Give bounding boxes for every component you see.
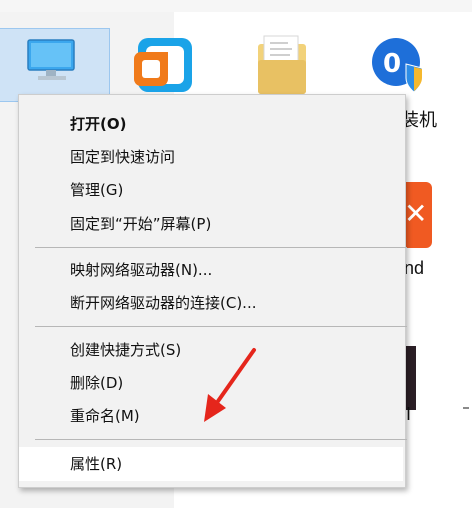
- annotation-arrow-icon: [204, 348, 256, 422]
- desktop-label-peek-2: nd: [404, 258, 425, 278]
- menu-item-manage[interactable]: 管理(G): [19, 175, 403, 205]
- menu-separator: [35, 326, 407, 327]
- menu-separator: [35, 247, 407, 248]
- menu-item-pin-quick-access[interactable]: 固定到快速访问: [19, 142, 403, 172]
- menu-separator: [35, 439, 407, 440]
- desktop-dash: [463, 407, 469, 409]
- context-menu: 打开(O) 固定到快速访问 管理(G) 固定到“开始”屏幕(P) 映射网络驱动器…: [18, 94, 407, 488]
- computer-icon[interactable]: [22, 38, 82, 84]
- folder-icon[interactable]: [254, 30, 310, 100]
- desktop-shade-top: [0, 0, 472, 12]
- installer-shield-icon[interactable]: 0: [370, 36, 430, 96]
- app-icon-orange-blue[interactable]: [134, 36, 198, 100]
- menu-item-properties[interactable]: 属性(R): [19, 447, 403, 481]
- desktop-label-peek-1: 装机: [401, 110, 437, 130]
- menu-item-disconnect-network-drive[interactable]: 断开网络驱动器的连接(C)...: [19, 288, 403, 318]
- svg-text:0: 0: [383, 49, 401, 79]
- desktop-label-peek-3: I: [406, 404, 412, 424]
- menu-item-pin-start[interactable]: 固定到“开始”屏幕(P): [19, 209, 403, 239]
- menu-item-map-network-drive[interactable]: 映射网络驱动器(N)...: [19, 255, 403, 285]
- app-icon-red-x[interactable]: ✕: [402, 182, 432, 248]
- menu-item-open[interactable]: 打开(O): [19, 109, 403, 139]
